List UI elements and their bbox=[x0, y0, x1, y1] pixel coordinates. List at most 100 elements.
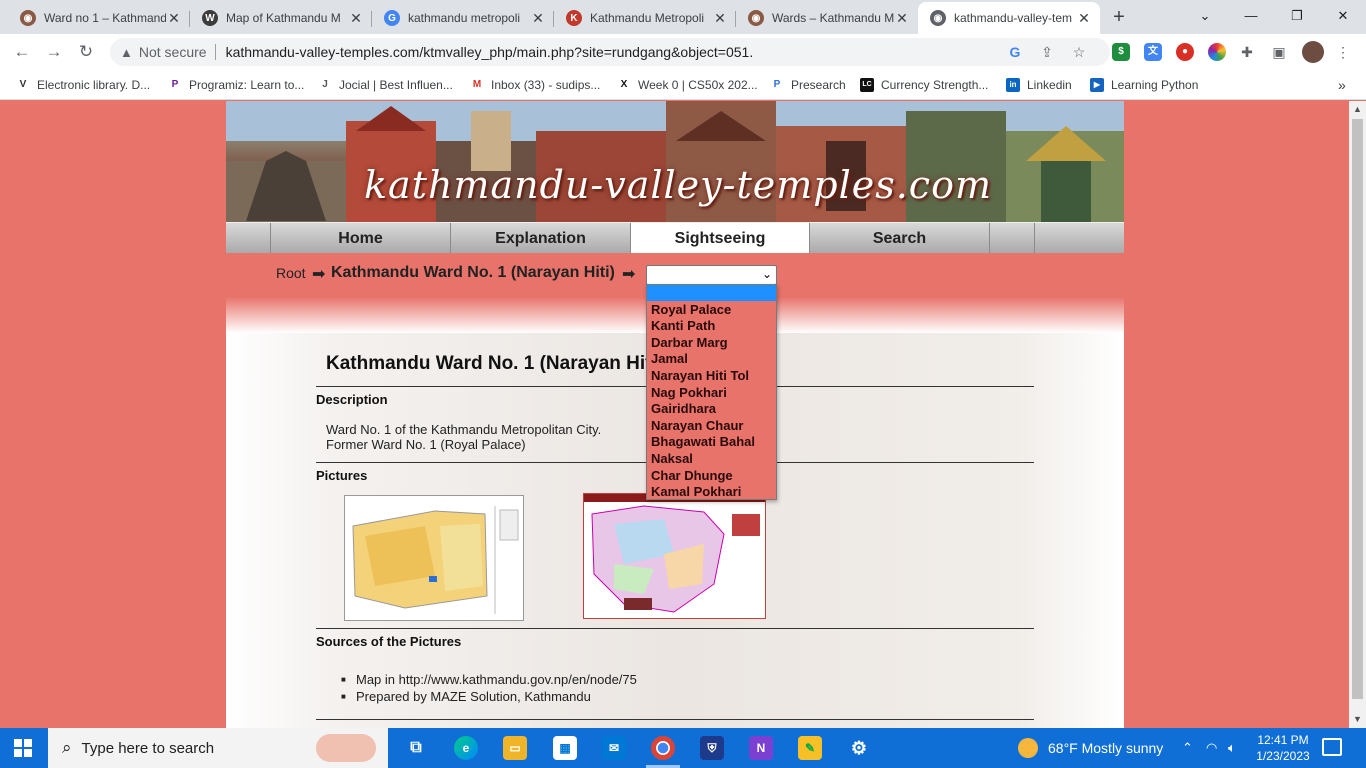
menu-search[interactable]: Search bbox=[809, 223, 989, 254]
subarea-select[interactable]: ⌄ bbox=[646, 265, 777, 285]
close-icon[interactable]: ✕ bbox=[712, 10, 728, 26]
scroll-up-icon[interactable]: ▲ bbox=[1349, 101, 1366, 118]
taskbar-search[interactable]: ⌕ Type here to search bbox=[48, 728, 388, 768]
bookmark-star-icon[interactable]: ☆ bbox=[1070, 43, 1088, 61]
menu-explanation[interactable]: Explanation bbox=[450, 223, 630, 254]
dropdown-option-blank[interactable] bbox=[647, 285, 776, 301]
tab-2[interactable]: G kathmandu metropoli ✕ bbox=[372, 4, 554, 32]
dropdown-option[interactable]: Kanti Path bbox=[647, 318, 776, 334]
volume-icon[interactable]: 🔈︎ bbox=[1228, 728, 1236, 768]
close-icon[interactable]: ✕ bbox=[166, 10, 182, 26]
close-icon[interactable]: ✕ bbox=[894, 10, 910, 26]
url-text[interactable]: kathmandu-valley-temples.com/ktmvalley_p… bbox=[226, 44, 754, 60]
bookmark-7[interactable]: in Linkedin bbox=[1006, 76, 1072, 94]
dropdown-option[interactable]: Kamal Pokhari bbox=[647, 484, 776, 500]
settings-gear-icon[interactable]: ⚙ bbox=[847, 736, 871, 760]
adblock-icon[interactable]: ● bbox=[1176, 43, 1194, 61]
new-tab-button[interactable]: + bbox=[1108, 6, 1130, 28]
translate-icon[interactable]: 文 bbox=[1144, 43, 1162, 61]
dropdown-option[interactable]: Nag Pokhari bbox=[647, 385, 776, 401]
extensions-puzzle-icon[interactable]: ✚ bbox=[1238, 43, 1256, 61]
bookmark-3[interactable]: M Inbox (33) - sudips... bbox=[470, 76, 601, 94]
bookmark-label: Week 0 | CS50x 202... bbox=[638, 78, 758, 92]
clock[interactable]: 12:41 PM 1/23/2023 bbox=[1255, 732, 1311, 764]
tab-search-icon[interactable]: ⌄ bbox=[1182, 0, 1228, 32]
google-lens-icon[interactable]: G bbox=[1006, 43, 1024, 61]
subarea-dropdown-list: Royal Palace Kanti Path Darbar Marg Jama… bbox=[646, 284, 777, 500]
breadcrumb-root[interactable]: Root bbox=[276, 265, 306, 281]
dropdown-option[interactable]: Darbar Marg bbox=[647, 335, 776, 351]
scroll-down-icon[interactable]: ▼ bbox=[1349, 711, 1366, 728]
restore-icon[interactable]: ❐ bbox=[1274, 0, 1320, 32]
back-icon[interactable]: ← bbox=[10, 40, 34, 64]
task-view-icon[interactable]: ⧉ bbox=[404, 736, 428, 760]
metropolitan-map-image[interactable] bbox=[583, 493, 766, 619]
site-logo[interactable]: kathmandu-valley-temples.com bbox=[364, 163, 992, 207]
visual-studio-icon[interactable]: N bbox=[749, 736, 773, 760]
chrome-icon[interactable] bbox=[651, 736, 675, 760]
close-icon[interactable]: ✕ bbox=[1076, 10, 1092, 26]
scrollbar-thumb[interactable] bbox=[1352, 119, 1363, 699]
tab-0[interactable]: ◉ Ward no 1 – Kathmandu ✕ bbox=[8, 4, 190, 32]
tab-1[interactable]: W Map of Kathmandu M ✕ bbox=[190, 4, 372, 32]
warning-icon[interactable]: ▲ bbox=[120, 45, 133, 60]
bookmark-icon: J bbox=[322, 79, 328, 90]
reload-icon[interactable]: ↻ bbox=[74, 40, 98, 64]
avatar[interactable] bbox=[1302, 41, 1324, 63]
bookmark-label: Electronic library. D... bbox=[37, 78, 151, 92]
ward-map-image[interactable] bbox=[344, 495, 524, 621]
breadcrumb-current[interactable]: Kathmandu Ward No. 1 (Narayan Hiti) bbox=[331, 264, 615, 282]
mail-icon[interactable]: ✉ bbox=[602, 736, 626, 760]
presearch-icon: P bbox=[773, 79, 781, 90]
bookmark-6[interactable]: LC Currency Strength... bbox=[860, 76, 988, 94]
description-label: Description bbox=[316, 392, 388, 407]
side-panel-icon[interactable]: ▣ bbox=[1270, 43, 1288, 61]
dropdown-option[interactable]: Narayan Chaur bbox=[647, 418, 776, 434]
bookmark-icon: V bbox=[19, 79, 27, 90]
menu-home[interactable]: Home bbox=[270, 223, 450, 254]
forward-icon[interactable]: → bbox=[42, 40, 66, 64]
dropdown-option[interactable]: Naksal bbox=[647, 451, 776, 467]
edge-icon[interactable]: e bbox=[454, 736, 478, 760]
vertical-scrollbar[interactable]: ▲ ▼ bbox=[1349, 101, 1366, 728]
pictures-label: Pictures bbox=[316, 468, 368, 483]
bookmark-2[interactable]: J Jocial | Best Influen... bbox=[318, 76, 453, 94]
address-bar[interactable]: ▲ Not secure kathmandu-valley-temples.co… bbox=[110, 38, 1110, 66]
tab-4[interactable]: ◉ Wards – Kathmandu M ✕ bbox=[736, 4, 918, 32]
notification-icon[interactable] bbox=[1322, 738, 1342, 756]
dropdown-option[interactable]: Royal Palace bbox=[647, 302, 776, 318]
wifi-icon[interactable]: ◠ bbox=[1206, 728, 1217, 768]
window-close-icon[interactable]: ✕ bbox=[1320, 0, 1366, 32]
bookmark-5[interactable]: P Presearch bbox=[770, 76, 846, 94]
weather-text: 68°F Mostly sunny bbox=[1048, 740, 1164, 756]
security-label[interactable]: Not secure bbox=[139, 44, 207, 60]
sticky-notes-icon[interactable]: ✎ bbox=[798, 736, 822, 760]
bookmark-1[interactable]: P Programiz: Learn to... bbox=[168, 76, 305, 94]
bookmark-4[interactable]: X Week 0 | CS50x 202... bbox=[617, 76, 758, 94]
minimize-icon[interactable]: — bbox=[1228, 0, 1274, 32]
extension-icon[interactable]: $ bbox=[1112, 43, 1130, 61]
weather-widget[interactable]: 68°F Mostly sunny bbox=[1018, 728, 1163, 768]
dropdown-option[interactable]: Bhagawati Bahal bbox=[647, 434, 776, 450]
store-icon[interactable]: ▦ bbox=[553, 736, 577, 760]
file-explorer-icon[interactable]: ▭ bbox=[503, 736, 527, 760]
bookmark-icon: LC bbox=[860, 78, 874, 92]
menu-sightseeing[interactable]: Sightseeing bbox=[630, 223, 809, 254]
close-icon[interactable]: ✕ bbox=[348, 10, 364, 26]
menu-icon[interactable]: ⋮ bbox=[1334, 43, 1352, 61]
windows-start-icon[interactable] bbox=[14, 739, 32, 757]
dropdown-option[interactable]: Gairidhara bbox=[647, 401, 776, 417]
bookmark-8[interactable]: ▶ Learning Python bbox=[1090, 76, 1198, 94]
dropdown-option[interactable]: Narayan Hiti Tol bbox=[647, 368, 776, 384]
tab-3[interactable]: K Kathmandu Metropoli ✕ bbox=[554, 4, 736, 32]
share-icon[interactable]: ⇪ bbox=[1038, 43, 1056, 61]
tray-chevron-icon[interactable]: ⌃ bbox=[1182, 728, 1193, 768]
more-bookmarks-icon[interactable]: » bbox=[1338, 76, 1346, 94]
dropdown-option[interactable]: Jamal bbox=[647, 351, 776, 367]
bookmark-0[interactable]: V Electronic library. D... bbox=[16, 76, 150, 94]
tab-5-active[interactable]: ◉ kathmandu-valley-tem ✕ bbox=[918, 2, 1100, 34]
vpn-icon[interactable]: ⛨ bbox=[700, 736, 724, 760]
color-picker-icon[interactable] bbox=[1208, 43, 1226, 61]
close-icon[interactable]: ✕ bbox=[530, 10, 546, 26]
dropdown-option[interactable]: Char Dhunge bbox=[647, 468, 776, 484]
